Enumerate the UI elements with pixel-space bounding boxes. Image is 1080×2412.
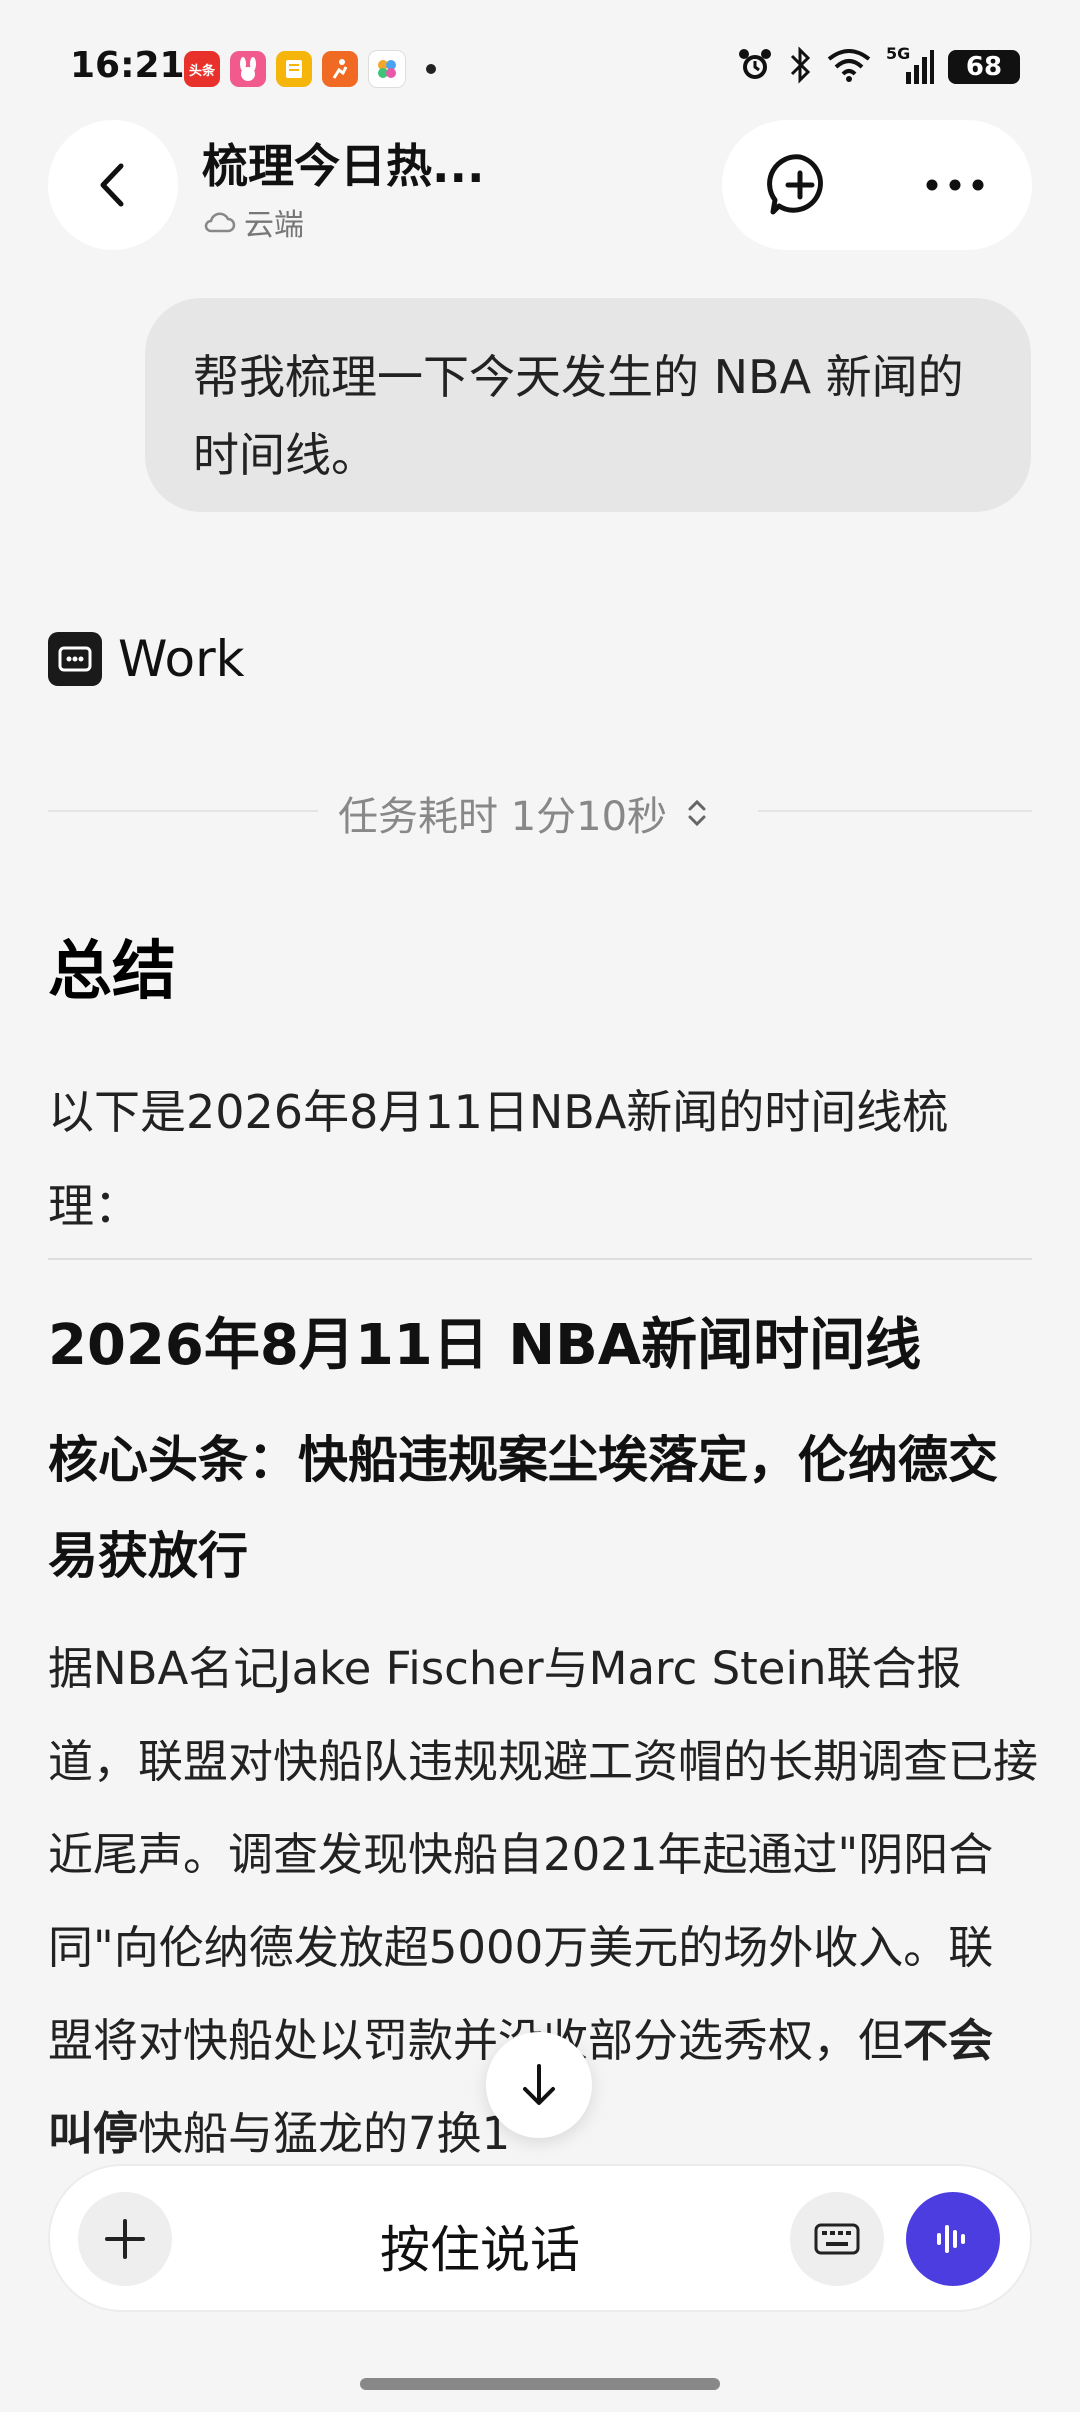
flower-app-icon — [368, 50, 406, 88]
user-message-bubble[interactable]: 帮我梳理一下今天发生的 NBA 新闻的时间线。 — [145, 298, 1031, 512]
work-label: Work — [118, 630, 245, 688]
input-bar: 按住说话 — [48, 2164, 1032, 2312]
keyboard-icon — [814, 2223, 860, 2255]
more-notifications-dot — [426, 64, 436, 74]
header-actions — [722, 120, 1032, 250]
work-icon — [48, 632, 102, 686]
expand-collapse-icon — [688, 799, 706, 827]
more-dots-icon — [926, 179, 983, 191]
alarm-icon — [736, 46, 774, 88]
timeline-heading: 2026年8月11日 NBA新闻时间线 — [48, 1313, 922, 1378]
bluetooth-icon — [788, 46, 812, 88]
cloud-icon — [204, 212, 236, 233]
status-bar: 16:21 头条 5G 68 — [0, 0, 1080, 130]
divider-left — [48, 810, 318, 812]
intro-paragraph: 以下是2026年8月11日NBA新闻的时间线梳理： — [48, 1085, 949, 1233]
notification-app-icons: 头条 — [184, 50, 436, 88]
cellular-signal-icon: 5G — [886, 44, 934, 86]
plus-icon — [105, 2219, 145, 2259]
keyboard-toggle-button[interactable] — [790, 2192, 884, 2286]
subtitle-text: 云端 — [244, 208, 304, 243]
chevron-left-icon — [100, 163, 124, 207]
rabbit-app-icon — [230, 51, 266, 87]
core-headline: 核心头条：快船违规案尘埃落定，伦纳德交易获放行 — [48, 1431, 998, 1585]
attach-button[interactable] — [78, 2192, 172, 2286]
voice-input-button[interactable] — [906, 2192, 1000, 2286]
arrow-down-icon — [523, 2064, 555, 2105]
work-mode-label: Work — [48, 630, 245, 688]
task-duration[interactable]: 任务耗时 1分10秒 — [338, 784, 709, 842]
article-text-tail: 快船与猛龙的7换1 — [138, 2107, 511, 2158]
battery-indicator: 68 — [948, 50, 1020, 84]
scroll-to-bottom-button[interactable] — [486, 2032, 592, 2138]
wifi-icon — [826, 47, 872, 87]
chat-subtitle: 云端 — [202, 200, 304, 244]
status-time: 16:21 — [70, 45, 185, 86]
toutiao-app-icon: 头条 — [184, 51, 220, 87]
home-indicator[interactable] — [360, 2378, 720, 2390]
chat-title[interactable]: 梳理今日热... — [202, 130, 484, 196]
back-button[interactable] — [48, 120, 178, 250]
new-chat-button[interactable] — [760, 145, 840, 225]
task-duration-toggle[interactable]: 任务耗时 1分10秒 — [48, 780, 1032, 840]
task-duration-text: 任务耗时 1分10秒 — [338, 794, 668, 840]
chat-header: 梳理今日热... 云端 — [0, 120, 1080, 260]
section-divider — [48, 1258, 1032, 1260]
system-icons: 5G 68 — [736, 44, 1020, 88]
more-options-button[interactable] — [915, 145, 995, 225]
article-text: 据NBA名记Jake Fischer与Marc Stein联合报道，联盟对快船队… — [48, 1642, 1038, 2067]
add-chat-icon — [766, 154, 823, 215]
divider-right — [758, 810, 1032, 812]
running-app-icon — [322, 51, 358, 87]
summary-heading: 总结 — [48, 935, 176, 1009]
notes-app-icon — [276, 51, 312, 87]
sound-wave-icon — [937, 2225, 965, 2253]
hold-to-talk-button[interactable]: 按住说话 — [380, 2210, 580, 2282]
